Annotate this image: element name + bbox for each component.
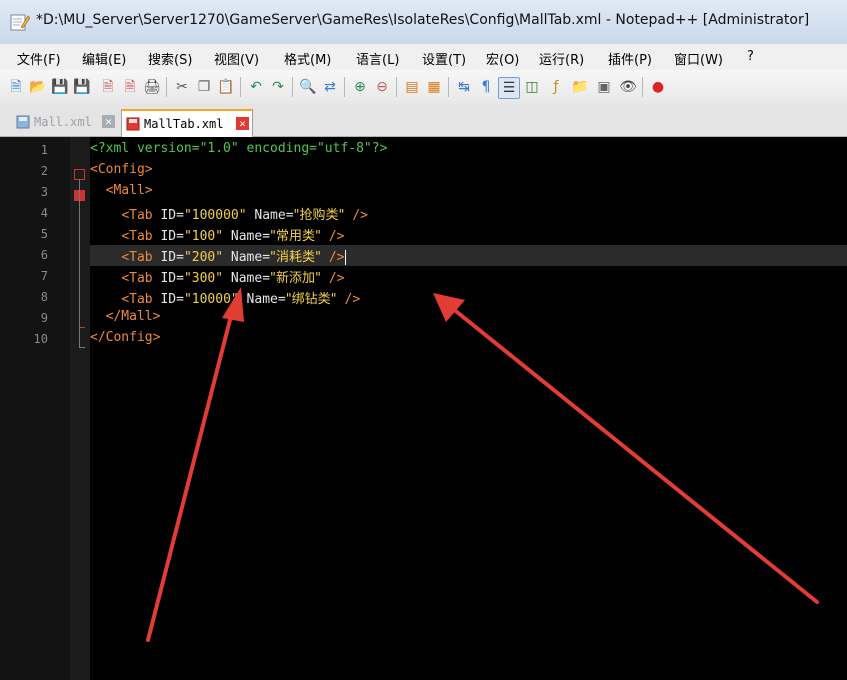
annotation-arrow-left (146, 287, 244, 642)
annotation-arrow-right (433, 293, 819, 604)
annotation-arrows (146, 287, 819, 642)
